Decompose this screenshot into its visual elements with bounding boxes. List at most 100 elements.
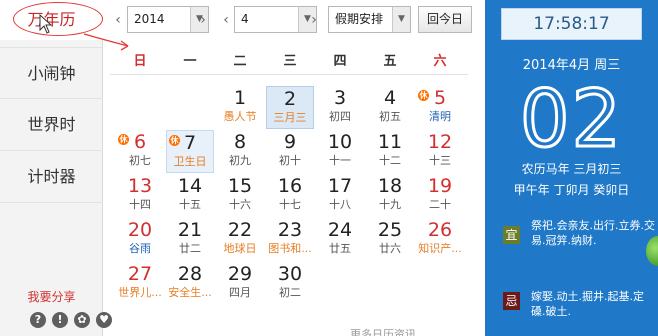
day-cell[interactable]: 13 十四 bbox=[116, 174, 164, 217]
weekday-fri: 五 bbox=[383, 54, 397, 69]
day-number: 2 bbox=[283, 88, 297, 110]
holiday-select-value: 假期安排 bbox=[335, 12, 384, 26]
day-number: 3 bbox=[333, 87, 347, 109]
day-number: 23 bbox=[277, 219, 303, 241]
date-line: 2014年4月 周三 bbox=[522, 58, 621, 73]
day-cell[interactable]: 26 知识产... bbox=[416, 218, 464, 261]
day-cell[interactable]: 30 初二 bbox=[266, 262, 314, 305]
info-icon[interactable]: ! bbox=[52, 312, 68, 328]
settings-icon[interactable]: ✿ bbox=[74, 312, 90, 328]
day-subtitle: 初七 bbox=[129, 154, 151, 167]
day-number: 21 bbox=[177, 219, 203, 241]
holiday-badge-icon: 休 bbox=[418, 90, 429, 101]
lunar-date: 农历马年 三月初三 bbox=[521, 162, 622, 176]
day-subtitle: 知识产... bbox=[418, 242, 462, 255]
weekday-tue: 二 bbox=[233, 54, 247, 69]
sidebar: 万年历 小闹钟 世界时 计时器 我要分享 ? ! ✿ ♥ bbox=[0, 0, 112, 336]
day-number: 20 bbox=[127, 219, 153, 241]
sidebar-item-world-time[interactable]: 世界时 bbox=[0, 99, 103, 151]
holiday-badge-icon: 休 bbox=[169, 135, 180, 146]
more-info-link[interactable]: 更多日历资讯 bbox=[350, 326, 416, 336]
weekday-header: 日 一 二 三 四 五 六 bbox=[116, 50, 466, 70]
day-number: 12 bbox=[427, 131, 453, 153]
day-subtitle: 廿五 bbox=[329, 242, 351, 255]
yi-text: 祭祀.会亲友.出行.立券.交易.冠笄.纳财. bbox=[531, 219, 655, 247]
next-year-arrow[interactable]: › bbox=[197, 10, 209, 30]
day-cell[interactable]: 11 十二 bbox=[366, 130, 414, 173]
day-cell[interactable]: 1 愚人节 bbox=[216, 86, 264, 129]
day-number: 26 bbox=[427, 219, 453, 241]
day-subtitle: 谷雨 bbox=[129, 242, 151, 255]
day-cell[interactable]: 8 初九 bbox=[216, 130, 264, 173]
day-cell[interactable]: 20 谷雨 bbox=[116, 218, 164, 261]
day-cell[interactable]: 25 廿六 bbox=[366, 218, 414, 261]
sidebar-item-alarm[interactable]: 小闹钟 bbox=[0, 47, 103, 99]
next-month-arrow[interactable]: › bbox=[308, 10, 320, 30]
day-cell[interactable]: 19 二十 bbox=[416, 174, 464, 217]
day-cell[interactable]: 27 世界儿... bbox=[116, 262, 164, 305]
day-cell[interactable]: 休 7 卫生日 bbox=[166, 130, 214, 173]
prev-month-arrow[interactable]: ‹ bbox=[220, 10, 232, 30]
holiday-badge-icon: 休 bbox=[118, 134, 129, 145]
day-subtitle: 初九 bbox=[229, 154, 251, 167]
skin-icon[interactable]: ♥ bbox=[96, 312, 112, 328]
prev-year-arrow[interactable]: ‹ bbox=[112, 10, 124, 30]
sidebar-icon-row: ? ! ✿ ♥ bbox=[30, 312, 112, 328]
day-cell[interactable]: 22 地球日 bbox=[216, 218, 264, 261]
day-cell[interactable]: 21 廿二 bbox=[166, 218, 214, 261]
day-cell[interactable]: 4 初五 bbox=[366, 86, 414, 129]
day-cell[interactable]: 24 廿五 bbox=[316, 218, 364, 261]
day-cell[interactable]: 15 十六 bbox=[216, 174, 264, 217]
day-number: 15 bbox=[227, 175, 253, 197]
toolbar: ‹ 2014 ▼ › ‹ 4 ▼ › 假期安排 ▼ 回今日 bbox=[112, 6, 480, 33]
day-cell[interactable]: 23 图书和... bbox=[266, 218, 314, 261]
day-subtitle: 初十 bbox=[279, 154, 301, 167]
day-number: 30 bbox=[277, 263, 303, 285]
ji-text: 嫁娶.动土.掘井.起基.定磉.破土. bbox=[531, 290, 644, 318]
sidebar-item-calendar[interactable]: 万年历 bbox=[0, 0, 103, 40]
share-link[interactable]: 我要分享 bbox=[0, 288, 103, 305]
day-subtitle: 初五 bbox=[379, 110, 401, 123]
day-cell[interactable]: 17 十八 bbox=[316, 174, 364, 217]
day-subtitle: 地球日 bbox=[223, 242, 257, 255]
month-select[interactable]: 4 ▼ bbox=[234, 6, 317, 33]
day-cell[interactable]: 10 十一 bbox=[316, 130, 364, 173]
day-cell[interactable]: 29 四月 bbox=[216, 262, 264, 305]
day-number: 16 bbox=[277, 175, 303, 197]
weekday-wed: 三 bbox=[283, 54, 297, 69]
month-value: 4 bbox=[241, 12, 249, 26]
holiday-select[interactable]: 假期安排 ▼ bbox=[328, 6, 411, 33]
day-cell[interactable]: 休 6 初七 bbox=[116, 130, 164, 173]
day-info-panel: 17:58:17 2014年4月 周三 02 农历马年 三月初三 甲午年 丁卯月… bbox=[485, 0, 658, 336]
day-subtitle: 十三 bbox=[429, 154, 451, 167]
day-subtitle: 三月三 bbox=[273, 111, 307, 124]
day-number: 13 bbox=[127, 175, 153, 197]
clock-display: 17:58:17 bbox=[501, 8, 642, 40]
day-number: 28 bbox=[177, 263, 203, 285]
help-icon[interactable]: ? bbox=[30, 312, 46, 328]
day-number: 10 bbox=[327, 131, 353, 153]
day-number: 9 bbox=[283, 131, 297, 153]
day-cell[interactable]: 休 5 清明 bbox=[416, 86, 464, 129]
day-number: 4 bbox=[383, 87, 397, 109]
day-cell[interactable]: 18 十九 bbox=[366, 174, 414, 217]
day-subtitle: 清明 bbox=[429, 110, 451, 123]
day-number: 19 bbox=[427, 175, 453, 197]
chevron-down-icon[interactable]: ▼ bbox=[392, 7, 410, 32]
day-cell[interactable]: 28 安全生... bbox=[166, 262, 214, 305]
day-cell[interactable]: 12 十三 bbox=[416, 130, 464, 173]
day-cell[interactable]: 14 十五 bbox=[166, 174, 214, 217]
day-cell[interactable]: 3 初四 bbox=[316, 86, 364, 129]
day-number: 24 bbox=[327, 219, 353, 241]
day-subtitle: 廿六 bbox=[379, 242, 401, 255]
day-cell[interactable]: 2 三月三 bbox=[266, 86, 314, 129]
today-button[interactable]: 回今日 bbox=[418, 6, 472, 33]
sidebar-item-timer[interactable]: 计时器 bbox=[0, 151, 103, 203]
day-number: 8 bbox=[233, 131, 247, 153]
day-number: 1 bbox=[233, 87, 247, 109]
day-subtitle: 图书和... bbox=[268, 242, 312, 255]
day-number: 17 bbox=[327, 175, 353, 197]
day-cell[interactable]: 16 十七 bbox=[266, 174, 314, 217]
day-cell[interactable]: 9 初十 bbox=[266, 130, 314, 173]
expand-handle-icon[interactable] bbox=[646, 236, 658, 266]
